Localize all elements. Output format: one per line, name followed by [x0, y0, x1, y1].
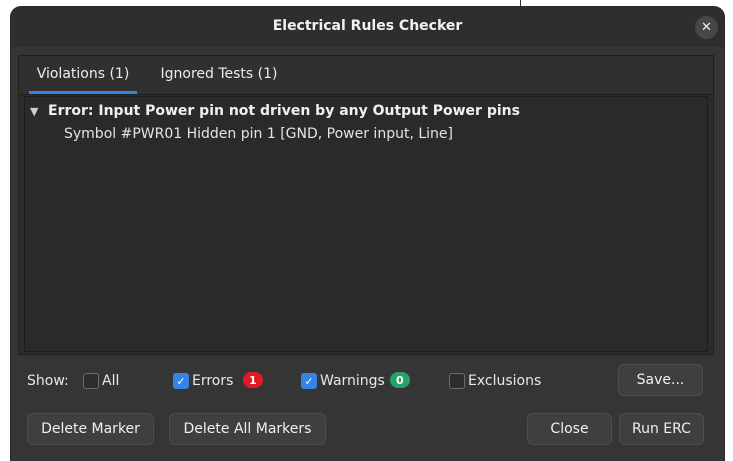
errors-checkbox[interactable]: ✓: [173, 373, 189, 389]
exclusions-checkbox[interactable]: [449, 373, 465, 389]
errors-label[interactable]: Errors: [192, 373, 233, 389]
exclusions-label[interactable]: Exclusions: [468, 373, 541, 389]
delete-marker-button[interactable]: Delete Marker: [27, 413, 154, 445]
title-bar[interactable]: Electrical Rules Checker ✕: [11, 7, 724, 47]
violation-row[interactable]: ▼ Error: Input Power pin not driven by a…: [30, 103, 520, 119]
checkmark-icon: ✓: [176, 374, 186, 388]
close-icon: ✕: [701, 20, 712, 35]
warnings-label[interactable]: Warnings: [320, 373, 385, 389]
notebook-panel: Violations (1) Ignored Tests (1) ▼ Error…: [18, 55, 714, 355]
all-checkbox[interactable]: [83, 373, 99, 389]
violation-title: Error: Input Power pin not driven by any…: [48, 103, 520, 119]
erc-dialog: Electrical Rules Checker ✕ Violations (1…: [11, 7, 724, 461]
tab-violations[interactable]: Violations (1): [29, 56, 137, 94]
all-label[interactable]: All: [102, 373, 119, 389]
violations-tree[interactable]: ▼ Error: Input Power pin not driven by a…: [24, 96, 708, 352]
window-title: Electrical Rules Checker: [272, 18, 463, 34]
filter-row: Show: All ✓ Errors 1 ✓ Warnings 0 Exclus…: [11, 363, 724, 399]
show-label: Show:: [27, 373, 69, 389]
tab-ignored-tests[interactable]: Ignored Tests (1): [154, 56, 284, 92]
close-button[interactable]: Close: [527, 413, 612, 445]
checkmark-icon: ✓: [304, 374, 314, 388]
run-erc-button[interactable]: Run ERC: [619, 413, 704, 445]
save-button[interactable]: Save...: [618, 364, 703, 396]
tab-bar: Violations (1) Ignored Tests (1): [19, 56, 713, 95]
violation-detail-row[interactable]: Symbol #PWR01 Hidden pin 1 [GND, Power i…: [64, 126, 453, 142]
chevron-down-icon[interactable]: ▼: [30, 105, 44, 118]
close-window-button[interactable]: ✕: [695, 16, 718, 39]
warnings-checkbox[interactable]: ✓: [301, 373, 317, 389]
errors-count-badge: 1: [243, 372, 263, 388]
warnings-count-badge: 0: [390, 372, 410, 388]
delete-all-markers-button[interactable]: Delete All Markers: [169, 413, 326, 445]
